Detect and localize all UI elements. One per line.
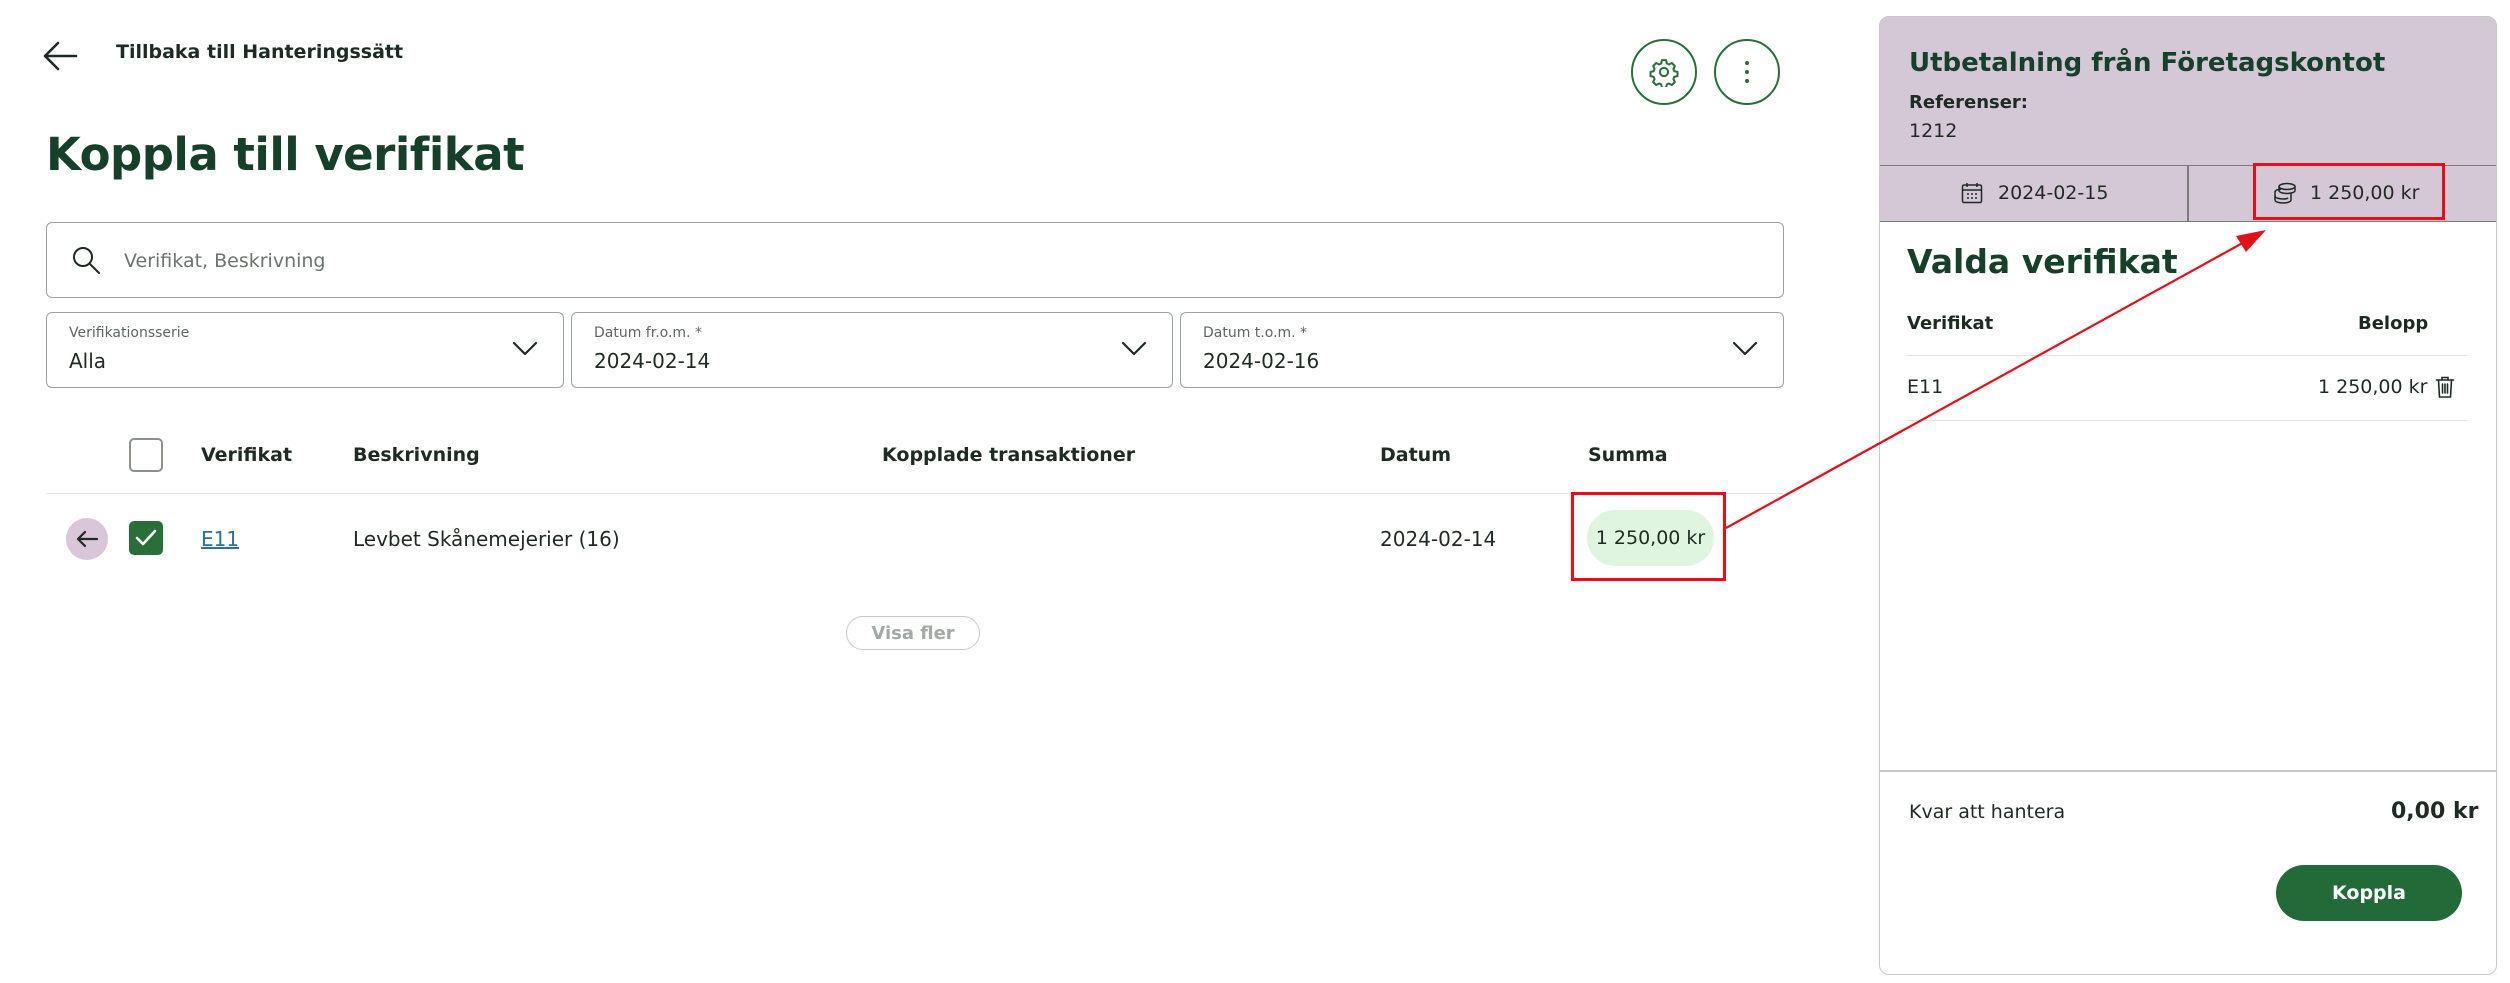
chevron-down-icon (1120, 339, 1148, 357)
transaction-date-text: 2024-02-15 (1998, 182, 2109, 204)
filter-label: Verifikationsserie (69, 325, 190, 341)
panel-divider (1907, 355, 2467, 356)
info-divider (2187, 166, 2189, 221)
back-arrow-icon[interactable] (40, 38, 80, 74)
transaction-date: 2024-02-15 (1960, 181, 2108, 205)
calendar-icon (1960, 181, 1984, 205)
panel-column-verifikat: Verifikat (1907, 313, 1994, 334)
filter-value: 2024-02-16 (1203, 349, 1320, 373)
filter-label: Datum t.o.m. * (1203, 325, 1308, 341)
search-input[interactable]: Verifikat, Beskrivning (46, 222, 1784, 298)
selected-voucher-id: E11 (1907, 376, 1944, 398)
column-header-datum[interactable]: Datum (1380, 441, 1451, 469)
column-header-summa[interactable]: Summa (1588, 441, 1668, 469)
row-checkbox[interactable] (129, 521, 163, 555)
filter-value: 2024-02-14 (594, 349, 711, 373)
row-move-button[interactable] (66, 518, 108, 560)
more-options-button[interactable] (1714, 39, 1780, 105)
back-link[interactable]: Tillbaka till Hanteringssätt (116, 38, 403, 66)
filter-value: Alla (69, 349, 107, 373)
search-placeholder: Verifikat, Beskrivning (124, 250, 326, 272)
verifikat-link[interactable]: E11 (201, 525, 239, 553)
transaction-panel: Utbetalning från Företagskontot Referens… (1879, 16, 2497, 975)
panel-footer-divider (1880, 770, 2496, 772)
filter-label: Datum fr.o.m. * (594, 325, 702, 341)
column-header-verifikat[interactable]: Verifikat (201, 441, 292, 469)
selected-voucher-amount: 1 250,00 kr (2318, 376, 2428, 398)
vertical-dots-icon (1743, 60, 1751, 84)
settings-button[interactable] (1631, 39, 1697, 105)
date-from-select[interactable]: Datum fr.o.m. * 2024-02-14 (571, 312, 1173, 388)
references-label: Referenser: (1909, 92, 2029, 113)
arrow-left-icon (75, 529, 99, 549)
panel-column-belopp: Belopp (2358, 313, 2429, 334)
date-to-select[interactable]: Datum t.o.m. * 2024-02-16 (1180, 312, 1784, 388)
column-header-beskrivning[interactable]: Beskrivning (353, 441, 480, 469)
chevron-down-icon (1731, 339, 1759, 357)
table-divider (46, 493, 1784, 494)
page-title: Koppla till verifikat (46, 128, 525, 181)
show-more-button[interactable]: Visa fler (846, 616, 980, 650)
column-header-kopplade[interactable]: Kopplade transaktioner (882, 441, 1135, 469)
koppla-button[interactable]: Koppla (2276, 865, 2462, 921)
checkmark-icon (134, 528, 158, 548)
annotation-highlight-box (1571, 492, 1726, 581)
panel-header: Utbetalning från Företagskontot Referens… (1880, 17, 2496, 165)
select-all-checkbox[interactable] (129, 438, 163, 472)
remaining-label: Kvar att hantera (1909, 801, 2066, 823)
panel-divider (1907, 420, 2467, 421)
chevron-down-icon (511, 339, 539, 357)
gear-icon (1649, 57, 1679, 87)
row-date: 2024-02-14 (1380, 527, 1497, 551)
verification-series-select[interactable]: Verifikationsserie Alla (46, 312, 564, 388)
trash-icon[interactable] (2435, 375, 2455, 399)
selected-vouchers-title: Valda verifikat (1907, 242, 2178, 281)
annotation-highlight-box (2253, 163, 2445, 220)
row-description: Levbet Skånemejerier (16) (353, 527, 620, 551)
references-value: 1212 (1909, 120, 1958, 142)
panel-title: Utbetalning från Företagskontot (1909, 48, 2386, 78)
search-icon (71, 245, 101, 275)
remaining-value: 0,00 kr (2391, 799, 2479, 824)
